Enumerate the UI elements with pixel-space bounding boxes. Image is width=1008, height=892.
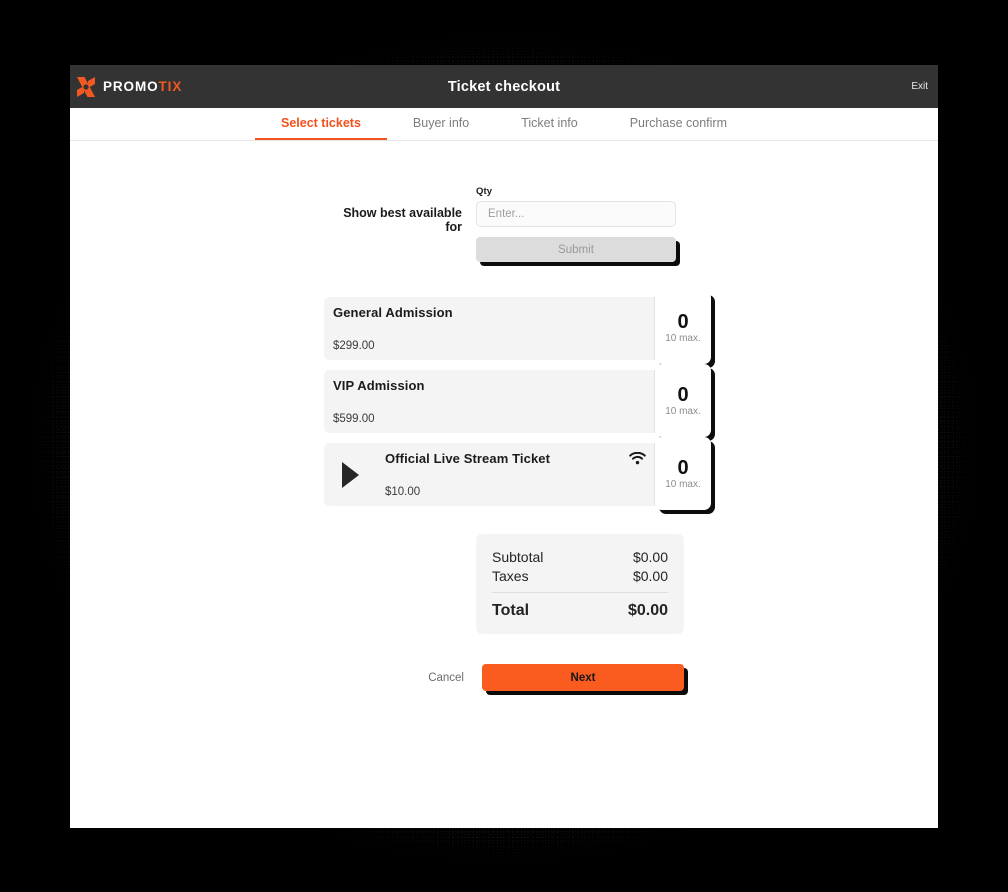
total-value: $0.00	[627, 602, 668, 619]
order-totals: Subtotal $0.00 Taxes $0.00 Total $0.00	[476, 534, 684, 634]
wifi-icon	[629, 452, 646, 465]
ticket-details: Official Live Stream Ticket $10.00	[376, 443, 654, 506]
checkout-page: PROMOTIX Ticket checkout Exit Select tic…	[70, 65, 938, 828]
ticket-title-row: VIP Admission	[333, 378, 654, 393]
quantity-value: 0	[677, 456, 689, 479]
ticket-title-row: General Admission	[333, 305, 654, 320]
quantity-max-label: 10 max.	[665, 332, 701, 344]
screenshot-frame: PROMOTIX Ticket checkout Exit Select tic…	[0, 0, 1008, 892]
ticket-name: VIP Admission	[333, 378, 425, 393]
quantity-display-card: 0 10 max.	[655, 437, 711, 510]
table-row: General Admission $299.00 + – 0 10 max.	[324, 291, 711, 364]
ticket-price: $299.00	[333, 340, 375, 352]
next-button[interactable]: Next	[482, 664, 684, 691]
ticket-details: VIP Admission $599.00	[324, 370, 654, 433]
quantity-max-label: 10 max.	[665, 478, 701, 490]
page-title: Ticket checkout	[447, 78, 561, 95]
qty-input[interactable]	[476, 201, 676, 227]
subtotal-line: Subtotal $0.00	[492, 549, 668, 565]
play-icon-wrap[interactable]	[324, 443, 376, 506]
tab-purchase-confirm[interactable]: Purchase confirm	[604, 108, 753, 140]
qty-label: Qty	[476, 186, 493, 197]
app-header-bar: PROMOTIX Ticket checkout Exit	[70, 65, 938, 108]
subtotal-label: Subtotal	[492, 549, 544, 565]
exit-button[interactable]: Exit	[911, 81, 928, 92]
best-available-section: Show best available for Qty Submit	[324, 186, 684, 262]
submit-button[interactable]: Submit	[476, 237, 676, 262]
quantity-display-card: 0 10 max.	[655, 364, 711, 437]
ticket-price: $599.00	[333, 413, 375, 425]
tab-ticket-info[interactable]: Ticket info	[495, 108, 604, 140]
ticket-details: General Admission $299.00	[324, 297, 654, 360]
order-totals-wrap: Subtotal $0.00 Taxes $0.00 Total $0.00	[324, 534, 684, 634]
quantity-display-card: 0 10 max.	[655, 291, 711, 364]
checkout-step-tabs: Select tickets Buyer info Ticket info Pu…	[70, 108, 938, 141]
cancel-button[interactable]: Cancel	[428, 672, 464, 684]
ticket-title-row: Official Live Stream Ticket	[385, 451, 654, 466]
taxes-value: $0.00	[632, 568, 668, 584]
quantity-value: 0	[677, 383, 689, 406]
best-available-label: Show best available for	[343, 206, 462, 234]
total-line: Total $0.00	[492, 602, 668, 620]
ticket-price: $10.00	[385, 486, 421, 498]
quantity-max-label: 10 max.	[665, 405, 701, 417]
ticket-list: General Admission $299.00 + – 0 10 max.	[324, 291, 711, 510]
tab-select-tickets[interactable]: Select tickets	[255, 108, 387, 140]
quantity-value: 0	[677, 310, 689, 333]
subtotal-value: $0.00	[632, 549, 668, 565]
ticket-name: Official Live Stream Ticket	[385, 451, 551, 466]
totals-divider	[492, 592, 668, 593]
checkout-content: Show best available for Qty Submit Gener…	[70, 141, 938, 691]
taxes-label: Taxes	[492, 568, 529, 584]
table-row: Official Live Stream Ticket $10.00 0 10 …	[324, 437, 711, 510]
action-buttons: Cancel Next	[324, 664, 684, 691]
taxes-line: Taxes $0.00	[492, 568, 668, 584]
table-row: VIP Admission $599.00 + – 0 10 max.	[324, 364, 711, 437]
play-icon	[341, 461, 359, 488]
qty-field-group: Qty Submit	[476, 186, 676, 262]
ticket-name: General Admission	[333, 305, 453, 320]
total-label: Total	[492, 602, 530, 619]
tab-buyer-info[interactable]: Buyer info	[387, 108, 495, 140]
